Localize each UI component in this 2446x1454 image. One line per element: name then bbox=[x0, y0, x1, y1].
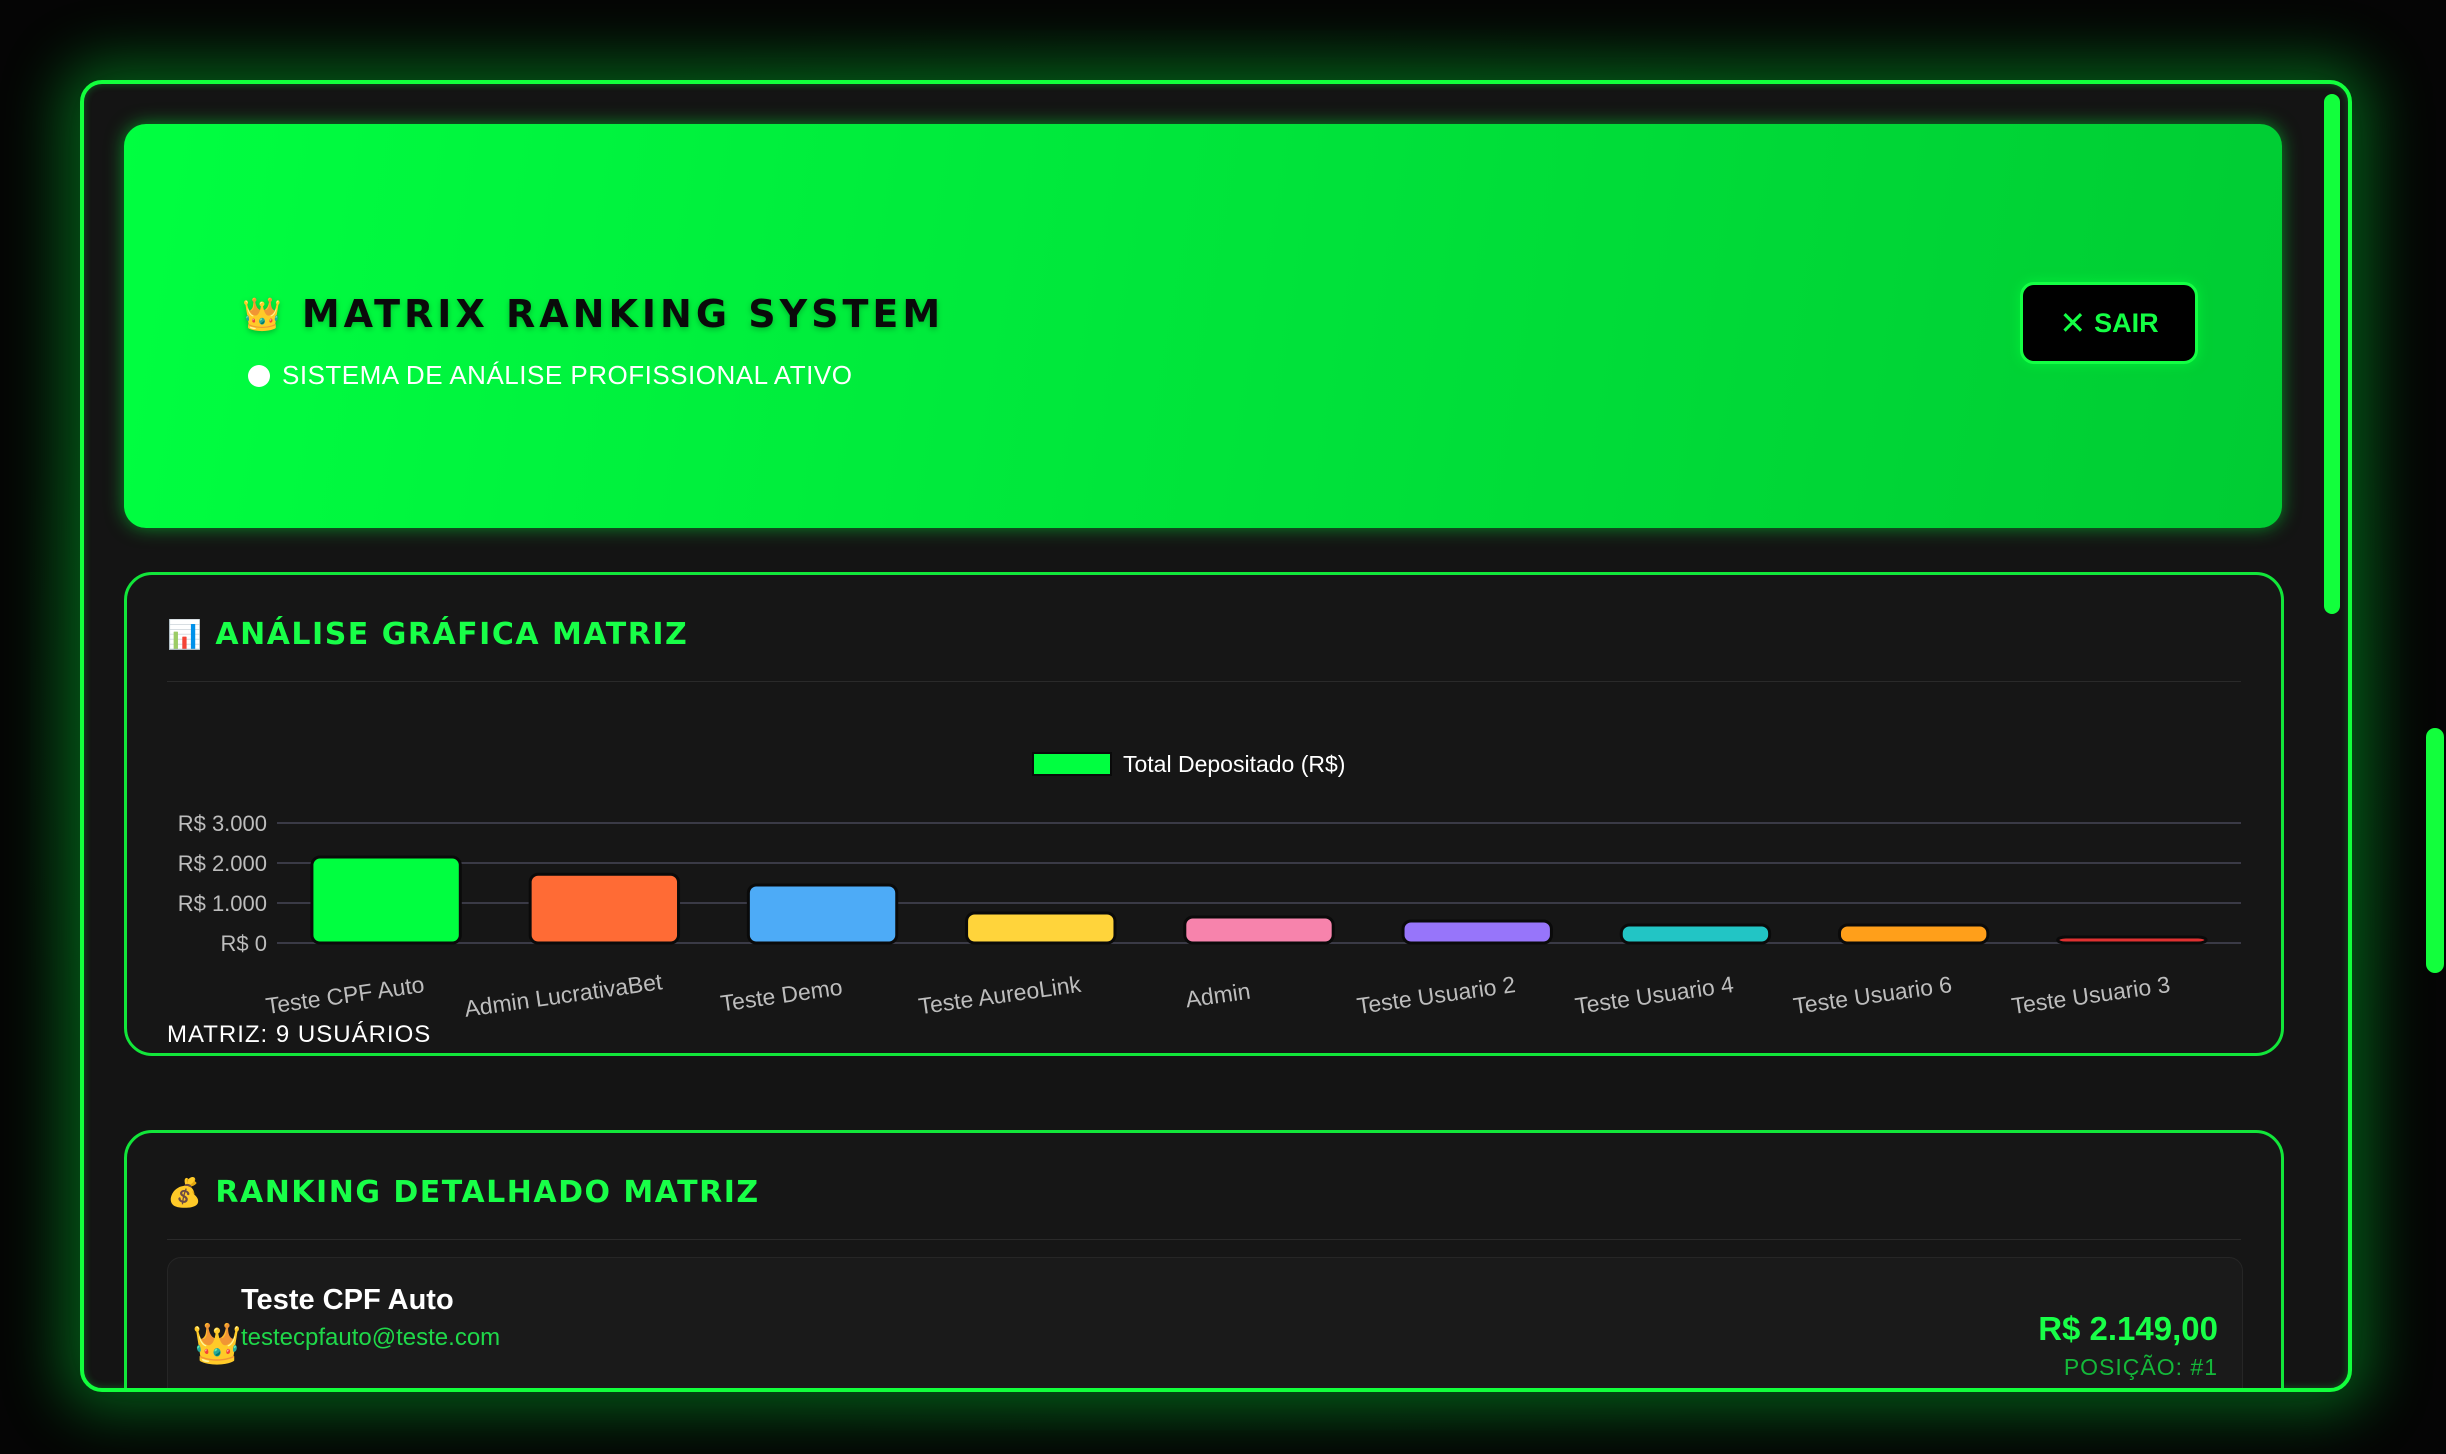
user-count: MATRIZ: 9 USUÁRIOS bbox=[167, 1021, 432, 1048]
x-tick-label: Admin bbox=[1184, 978, 1252, 1013]
ranking-position: POSIÇÃO: #1 bbox=[2063, 1354, 2218, 1380]
user-email: testecpfauto@teste.com bbox=[241, 1324, 501, 1351]
bar bbox=[1401, 919, 1553, 945]
system-status: SISTEMA DE ANÁLISE PROFISSIONAL ATIVO bbox=[248, 360, 852, 391]
x-tick-label: Teste Usuario 3 bbox=[2010, 971, 2172, 1019]
x-tick-label: Admin LucrativaBet bbox=[463, 968, 665, 1022]
crown-icon: 👑 bbox=[242, 295, 286, 333]
bar bbox=[310, 855, 462, 945]
legend-swatch bbox=[1032, 752, 1112, 776]
page-scrollbar-thumb[interactable] bbox=[2426, 728, 2444, 973]
ranking-card-title-text: RANKING DETALHADO MATRIZ bbox=[215, 1175, 760, 1210]
bar bbox=[965, 911, 1117, 945]
header-banner: 👑 MATRIX RANKING SYSTEM SISTEMA DE ANÁLI… bbox=[124, 124, 2282, 528]
user-name: Teste CPF Auto bbox=[241, 1284, 454, 1316]
exit-button[interactable]: ✕ SAIR bbox=[2020, 282, 2198, 364]
bar bbox=[746, 883, 899, 945]
bar bbox=[1619, 923, 1772, 945]
y-tick-label: R$ 3.000 bbox=[178, 811, 267, 836]
y-tick-label: R$ 1.000 bbox=[178, 891, 267, 916]
x-tick-label: Teste AureoLink bbox=[917, 971, 1083, 1020]
app-window: 👑 MATRIX RANKING SYSTEM SISTEMA DE ANÁLI… bbox=[80, 80, 2352, 1392]
deposit-total: R$ 2.149,00 bbox=[2038, 1310, 2218, 1347]
x-tick-label: Teste Usuario 2 bbox=[1355, 971, 1517, 1019]
legend-label: Total Depositado (R$) bbox=[1123, 751, 1345, 777]
scrollbar-thumb[interactable] bbox=[2324, 94, 2340, 614]
y-tick-label: R$ 2.000 bbox=[178, 851, 267, 876]
ranking-card-title: 💰 RANKING DETALHADO MATRIZ bbox=[167, 1175, 760, 1210]
bar bbox=[1837, 923, 1990, 945]
deposit-bar-chart: Total Depositado (R$) R$ 3.000 R$ 2.000 R$ … bbox=[178, 751, 2241, 1022]
ranking-card: 💰 RANKING DETALHADO MATRIZ 👑 Teste CPF A… bbox=[124, 1130, 2284, 1388]
page-title-text: MATRIX RANKING SYSTEM bbox=[301, 292, 945, 336]
bar bbox=[528, 872, 681, 945]
status-text: SISTEMA DE ANÁLISE PROFISSIONAL ATIVO bbox=[282, 360, 853, 390]
x-tick-label: Teste Usuario 6 bbox=[1792, 971, 1954, 1019]
y-tick-label: R$ 0 bbox=[221, 931, 267, 956]
bar bbox=[1183, 915, 1335, 945]
x-tick-label: Teste Usuario 4 bbox=[1573, 971, 1735, 1019]
scrollbar[interactable] bbox=[2324, 88, 2346, 1380]
x-tick-label: Teste Demo bbox=[719, 974, 844, 1017]
exit-button-label: SAIR bbox=[2094, 307, 2159, 338]
crown-icon: 👑 bbox=[192, 1322, 242, 1366]
bar bbox=[2056, 935, 2208, 945]
divider bbox=[167, 1239, 2241, 1240]
ranking-row[interactable]: 👑 Teste CPF Auto testecpfauto@teste.com … bbox=[167, 1257, 2243, 1388]
x-tick-label: Teste CPF Auto bbox=[264, 971, 426, 1019]
money-bag-icon: 💰 bbox=[167, 1176, 204, 1209]
chart-card: 📊 ANÁLISE GRÁFICA MATRIZ Total Depositad… bbox=[124, 572, 2284, 1056]
status-dot-icon bbox=[248, 364, 270, 387]
page-title: 👑 MATRIX RANKING SYSTEM bbox=[242, 292, 944, 336]
close-icon: ✕ bbox=[2059, 305, 2087, 341]
